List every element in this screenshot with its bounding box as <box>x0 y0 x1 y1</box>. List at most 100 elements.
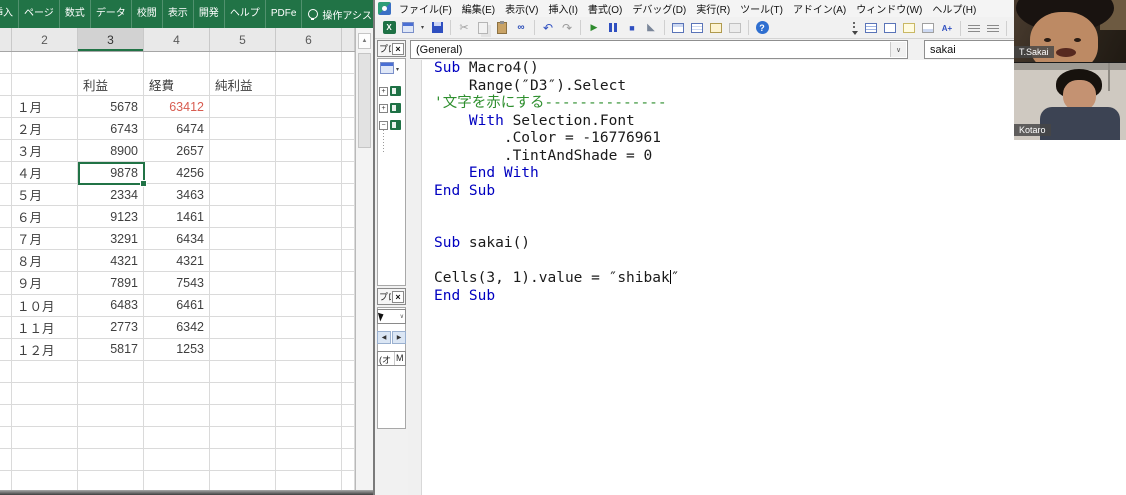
cell[interactable]: 6743 <box>78 118 144 140</box>
menu-item[interactable]: 挿入(I) <box>543 1 582 16</box>
ribbon-tab[interactable]: 挿入 <box>0 0 19 28</box>
cell[interactable] <box>78 427 144 449</box>
menu-item[interactable]: 書式(O) <box>583 1 627 16</box>
code-line[interactable]: Sub sakai() <box>422 235 1126 253</box>
cell[interactable] <box>276 405 342 427</box>
cell[interactable]: 経費 <box>144 74 210 96</box>
copy-icon[interactable] <box>478 22 488 34</box>
cell[interactable]: 7891 <box>78 272 144 294</box>
cell[interactable] <box>78 383 144 405</box>
column-header[interactable]: 2 <box>12 28 78 51</box>
cell[interactable]: 1461 <box>144 206 210 228</box>
cell[interactable] <box>342 383 355 405</box>
menu-item[interactable]: 実行(R) <box>691 1 735 16</box>
cell[interactable] <box>342 361 355 383</box>
cell[interactable]: 6434 <box>144 228 210 250</box>
cell[interactable] <box>276 383 342 405</box>
cell[interactable]: １１月 <box>12 317 78 339</box>
code-line[interactable] <box>422 253 1126 271</box>
cell[interactable] <box>210 339 276 361</box>
paste-icon[interactable] <box>497 22 507 34</box>
cell[interactable] <box>144 405 210 427</box>
scroll-left-icon[interactable]: ◀ <box>377 331 391 344</box>
cell[interactable] <box>144 427 210 449</box>
cell[interactable]: 3463 <box>144 184 210 206</box>
cell[interactable] <box>210 206 276 228</box>
cell[interactable] <box>12 383 78 405</box>
ribbon-tab[interactable]: データ <box>91 0 132 28</box>
cell[interactable] <box>342 162 355 184</box>
cell[interactable]: 8900 <box>78 140 144 162</box>
cell[interactable] <box>0 383 12 405</box>
cell[interactable] <box>276 184 342 206</box>
cell[interactable] <box>210 184 276 206</box>
cell[interactable] <box>210 250 276 272</box>
cell[interactable] <box>144 361 210 383</box>
cell[interactable]: ６月 <box>12 206 78 228</box>
close-icon[interactable]: × <box>392 291 404 303</box>
cell[interactable]: 9123 <box>78 206 144 228</box>
cell[interactable] <box>210 317 276 339</box>
cell[interactable] <box>0 140 12 162</box>
cell[interactable] <box>12 449 78 471</box>
column-header[interactable]: 4 <box>144 28 210 51</box>
cell[interactable] <box>210 427 276 449</box>
cell[interactable] <box>0 361 12 383</box>
cell[interactable] <box>12 361 78 383</box>
cell[interactable] <box>276 272 342 294</box>
cell[interactable]: 4321 <box>144 250 210 272</box>
tree-node[interactable]: + <box>379 103 401 113</box>
cell[interactable] <box>342 228 355 250</box>
webcam-video-tsakai[interactable]: T.Sakai <box>1014 0 1126 62</box>
project-toolbar-icon[interactable] <box>380 62 394 74</box>
cell[interactable] <box>0 272 12 294</box>
menu-item[interactable]: 編集(E) <box>457 1 500 16</box>
webcam-video-kotaro[interactable]: Kotaro <box>1014 62 1126 140</box>
outdent-icon[interactable] <box>987 23 999 33</box>
cell[interactable]: 7543 <box>144 272 210 294</box>
design-mode-icon[interactable]: ◣ <box>643 20 659 36</box>
cell[interactable] <box>342 250 355 272</box>
cell[interactable] <box>0 295 12 317</box>
tell-me-button[interactable]: 操作アシス <box>302 7 373 22</box>
ribbon-tab[interactable]: ヘルプ <box>225 0 266 28</box>
cell[interactable] <box>12 427 78 449</box>
redo-icon[interactable]: ↷ <box>559 20 575 36</box>
cell[interactable] <box>276 52 342 74</box>
code-line[interactable]: .TintAndShade = 0 <box>422 148 1126 166</box>
cell[interactable] <box>0 427 12 449</box>
cell[interactable]: 2334 <box>78 184 144 206</box>
project-explorer-icon[interactable] <box>672 23 684 33</box>
cell[interactable]: 5817 <box>78 339 144 361</box>
cell[interactable] <box>342 295 355 317</box>
cell[interactable] <box>342 272 355 294</box>
run-macro-icon[interactable]: ▶ <box>586 20 602 36</box>
scroll-up-icon[interactable]: ▲ <box>358 33 371 49</box>
cell[interactable] <box>276 317 342 339</box>
menu-item[interactable]: デバッグ(D) <box>627 1 691 16</box>
scroll-right-icon[interactable]: ▶ <box>392 331 406 344</box>
ribbon-tab[interactable]: ページ <box>19 0 60 28</box>
code-line[interactable]: End Sub <box>422 288 1126 306</box>
cell[interactable] <box>210 52 276 74</box>
cell[interactable] <box>210 118 276 140</box>
object-dropdown[interactable]: (General) ∨ <box>410 40 908 59</box>
save-icon[interactable] <box>432 22 443 33</box>
column-header[interactable]: 6 <box>276 28 342 51</box>
close-icon[interactable]: × <box>392 43 404 55</box>
cell[interactable] <box>0 162 12 184</box>
cell[interactable] <box>342 339 355 361</box>
reset-icon[interactable]: ■ <box>624 20 640 36</box>
cell[interactable] <box>144 449 210 471</box>
cell[interactable]: 6483 <box>78 295 144 317</box>
cell[interactable]: ９月 <box>12 272 78 294</box>
cell[interactable] <box>276 295 342 317</box>
find-icon[interactable]: ∞ <box>513 20 529 36</box>
cell[interactable]: 1253 <box>144 339 210 361</box>
parameter-info-icon[interactable] <box>922 23 934 33</box>
cell[interactable] <box>276 339 342 361</box>
cell[interactable]: 4256 <box>144 162 210 184</box>
cell[interactable] <box>210 449 276 471</box>
cell[interactable] <box>0 206 12 228</box>
toolbox-icon[interactable] <box>729 23 741 33</box>
